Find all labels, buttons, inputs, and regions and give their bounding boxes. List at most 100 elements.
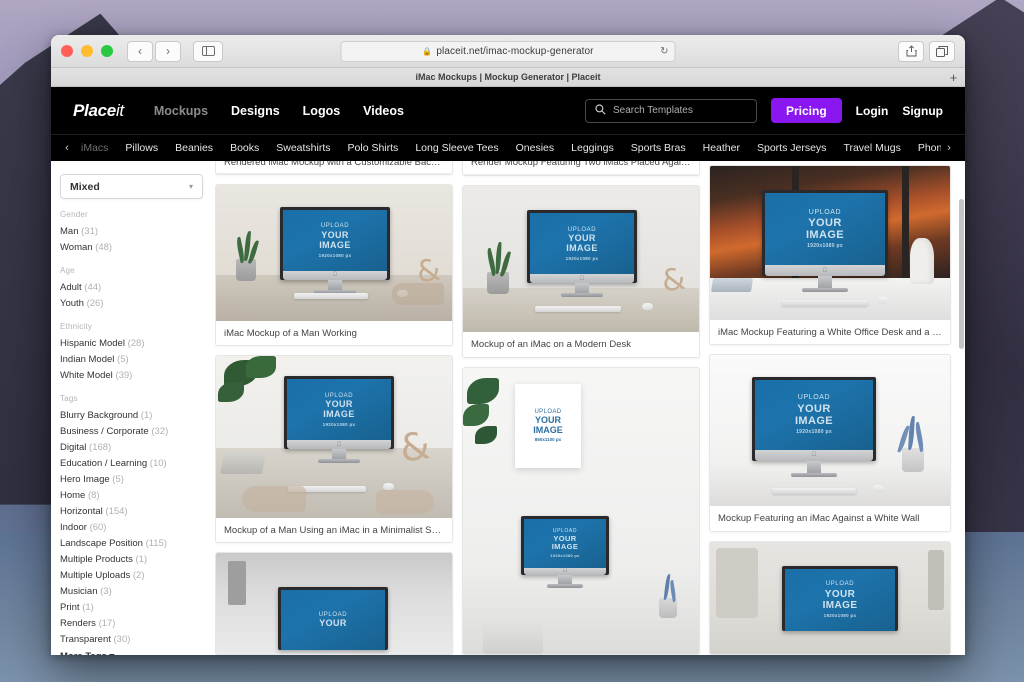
template-card[interactable]: Render Mockup Featuring Two iMacs Placed…	[462, 161, 700, 177]
category-heather[interactable]: Heather	[703, 142, 740, 154]
filter-print[interactable]: Print (1)	[60, 599, 215, 615]
minimize-window-button[interactable]	[81, 45, 93, 57]
category-scroll-left-icon[interactable]: ‹	[59, 142, 75, 154]
filter-adult[interactable]: Adult (44)	[60, 279, 215, 295]
filter-hispanic-model[interactable]: Hispanic Model (28)	[60, 335, 215, 351]
filter-label: Youth	[60, 297, 84, 309]
forward-icon[interactable]: ›	[155, 40, 181, 62]
imac-screen-frame: UPLOAD YOUR IMAGE 1920x1080 px 	[284, 376, 394, 450]
imac-screen: UPLOAD YOUR	[281, 590, 385, 651]
template-card[interactable]: & UPLOAD YOUR IMAGE 1920x1080 px	[215, 355, 453, 544]
header-right-group: Pricing Login Signup	[584, 98, 943, 123]
template-caption: Mockup Featuring an iMac Against a White…	[710, 506, 950, 531]
filter-business-corporate[interactable]: Business / Corporate (32)	[60, 423, 215, 439]
template-thumbnail[interactable]: UPLOAD YOUR IMAGE 1920x1080 px	[710, 541, 950, 655]
category-sweatshirts[interactable]: Sweatshirts	[276, 142, 330, 154]
imac-chin: 	[524, 567, 606, 575]
chevron-down-icon: ▾	[109, 651, 114, 655]
template-card[interactable]: & UPLOAD YOUR IMAGE 1920x1080 px	[462, 185, 700, 358]
template-card[interactable]: Rendered iMac Mockup with a Customizable…	[215, 161, 453, 175]
template-card[interactable]: UPLOAD YOUR	[215, 552, 453, 655]
signup-link[interactable]: Signup	[902, 104, 943, 118]
new-tab-icon[interactable]: +	[946, 70, 961, 85]
template-card[interactable]: UPLOAD YOUR IMAGE 850x1100 px UPLOAD YOU…	[462, 366, 700, 655]
category-onesies[interactable]: Onesies	[516, 142, 555, 154]
share-icon[interactable]	[898, 40, 924, 62]
filter-hero-image[interactable]: Hero Image (5)	[60, 471, 215, 487]
category-pillows[interactable]: Pillows	[125, 142, 158, 154]
group-title-tags: Tags	[60, 394, 78, 403]
template-thumbnail[interactable]: UPLOAD YOUR IMAGE 1920x1080 px 	[710, 354, 950, 507]
pricing-button[interactable]: Pricing	[770, 98, 842, 123]
category-books[interactable]: Books	[230, 142, 259, 154]
template-card[interactable]: & UPLOAD YOUR IMAGE 1920x1080 px	[215, 183, 453, 347]
filter-landscape-position[interactable]: Landscape Position (115)	[60, 535, 215, 551]
filter-count: (26)	[86, 297, 104, 309]
search-input[interactable]	[612, 105, 747, 116]
page-scrollbar[interactable]	[959, 199, 964, 349]
filter-blurry-background[interactable]: Blurry Background (1)	[60, 407, 215, 423]
filter-education-learning[interactable]: Education / Learning (10)	[60, 455, 215, 471]
maximize-window-button[interactable]	[101, 45, 113, 57]
filter-multiple-uploads[interactable]: Multiple Uploads (2)	[60, 567, 215, 583]
template-thumbnail[interactable]: & UPLOAD YOUR IMAGE 1920x1080 px	[463, 186, 699, 333]
template-thumbnail[interactable]: & UPLOAD YOUR IMAGE 1920x1080 px	[216, 184, 452, 322]
category-travel-mugs[interactable]: Travel Mugs	[843, 142, 900, 154]
filter-multiple-products[interactable]: Multiple Products (1)	[60, 551, 215, 567]
nav-item-mockups[interactable]: Mockups	[154, 104, 208, 118]
filter-home[interactable]: Home (8)	[60, 487, 215, 503]
tab-title[interactable]: iMac Mockups | Mockup Generator | Placei…	[415, 72, 600, 82]
template-thumbnail[interactable]: UPLOAD YOUR	[216, 553, 452, 654]
template-card[interactable]: UPLOAD YOUR IMAGE 1920x1080 px 	[709, 353, 951, 532]
template-thumbnail[interactable]: UPLOAD YOUR IMAGE 850x1100 px UPLOAD YOU…	[463, 367, 699, 654]
category-scroll-right-icon[interactable]: ›	[941, 142, 957, 154]
filter-count: (30)	[113, 633, 131, 645]
category-sports-jerseys[interactable]: Sports Jerseys	[757, 142, 826, 154]
imac-stand-neck	[328, 279, 342, 290]
nav-item-videos[interactable]: Videos	[363, 104, 404, 118]
login-link[interactable]: Login	[856, 104, 889, 118]
upload-size-label: 1920x1080 px	[318, 252, 352, 258]
category-long-sleeve-tees[interactable]: Long Sleeve Tees	[415, 142, 498, 154]
placeit-logo[interactable]: Placeit	[73, 101, 124, 121]
filter-man[interactable]: Man (31)	[60, 223, 215, 239]
template-thumbnail[interactable]: & UPLOAD YOUR IMAGE 1920x1080 px	[216, 356, 452, 519]
filter-digital[interactable]: Digital (168)	[60, 439, 215, 455]
imac-stand-neck	[818, 276, 832, 288]
category-leggings[interactable]: Leggings	[571, 142, 614, 154]
tabs-icon[interactable]	[929, 40, 955, 62]
filter-label: Musician	[60, 585, 98, 597]
template-card[interactable]: UPLOAD YOUR IMAGE 1920x1080 px	[709, 540, 951, 655]
category-phone-cases[interactable]: Phone Cases	[918, 142, 941, 154]
mixed-select[interactable]: Mixed ▾	[60, 174, 203, 199]
filter-horizontal[interactable]: Horizontal (154)	[60, 503, 215, 519]
template-card[interactable]: UPLOAD YOUR IMAGE 1920x1080 px 	[709, 165, 951, 345]
filter-white-model[interactable]: White Model (39)	[60, 367, 215, 383]
template-thumbnail[interactable]: UPLOAD YOUR IMAGE 1920x1080 px 	[710, 166, 950, 320]
filter-indian-model[interactable]: Indian Model (5)	[60, 351, 215, 367]
more-tags-button[interactable]: More Tags ▾	[60, 647, 215, 655]
filter-renders[interactable]: Renders (17)	[60, 615, 215, 631]
filter-label: Digital	[60, 441, 87, 453]
search-box[interactable]	[584, 98, 757, 123]
category-beanies[interactable]: Beanies	[175, 142, 213, 154]
nav-item-logos[interactable]: Logos	[303, 104, 341, 118]
category-imacs[interactable]: iMacs	[81, 142, 108, 154]
filter-youth[interactable]: Youth (26)	[60, 295, 215, 311]
filter-label: Home	[60, 489, 86, 501]
address-bar[interactable]: 🔒 placeit.net/imac-mockup-generator ↻	[340, 40, 676, 62]
filter-label: Indoor	[60, 521, 87, 533]
category-sports-bras[interactable]: Sports Bras	[631, 142, 686, 154]
category-polo-shirts[interactable]: Polo Shirts	[348, 142, 399, 154]
reload-icon[interactable]: ↻	[660, 46, 668, 57]
close-window-button[interactable]	[61, 45, 73, 57]
sidebar-icon[interactable]	[193, 40, 223, 62]
filter-sidebar: Mixed ▾ Gender Man (31) Woman (48) Age A…	[51, 161, 215, 655]
imac-stand-neck	[332, 449, 346, 460]
filter-transparent[interactable]: Transparent (30)	[60, 631, 215, 647]
filter-musician[interactable]: Musician (3)	[60, 583, 215, 599]
filter-indoor[interactable]: Indoor (60)	[60, 519, 215, 535]
nav-item-designs[interactable]: Designs	[231, 104, 280, 118]
back-icon[interactable]: ‹	[127, 40, 153, 62]
filter-woman[interactable]: Woman (48)	[60, 239, 215, 255]
